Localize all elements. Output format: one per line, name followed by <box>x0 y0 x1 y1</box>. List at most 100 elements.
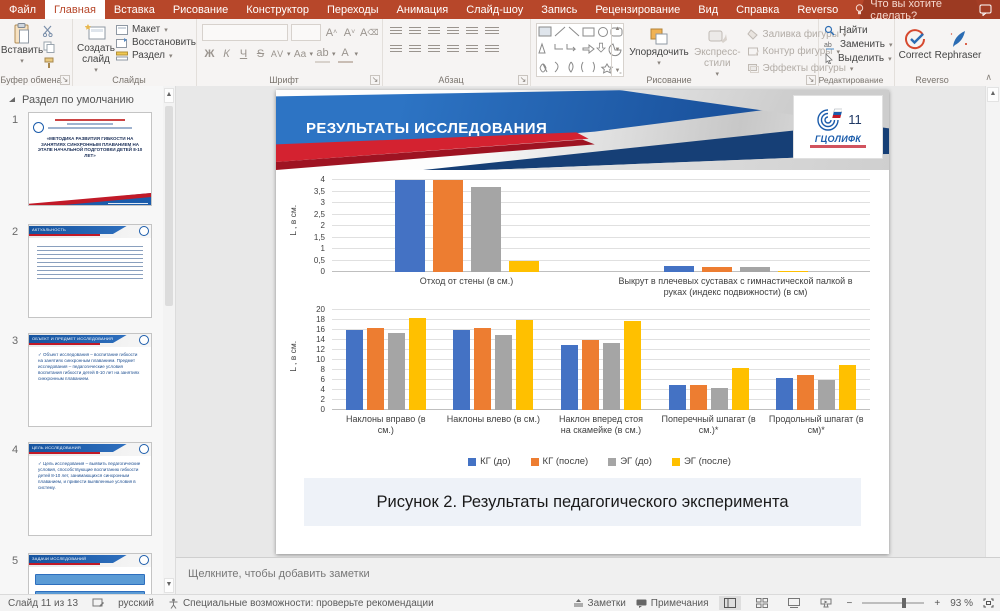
tab-Анимация[interactable]: Анимация <box>388 0 458 19</box>
chart-1[interactable]: L , в см.00,511,522,533,54Отход от стены… <box>290 176 874 304</box>
find-button[interactable]: Найти <box>824 25 894 36</box>
tab-Конструктор[interactable]: Конструктор <box>237 0 318 19</box>
bar-ЭГ (после)[interactable] <box>624 321 641 410</box>
arrange-button[interactable]: Упорядочить▾ <box>630 23 688 69</box>
tab-Рисование[interactable]: Рисование <box>164 0 237 19</box>
clear-formatting-icon[interactable]: A⌫ <box>360 25 379 41</box>
comments-toggle[interactable]: Примечания <box>636 598 709 609</box>
scroll-up-icon[interactable]: ▲ <box>164 88 174 103</box>
strikethrough-button[interactable]: S <box>253 46 268 62</box>
bar-ЭГ (после)[interactable] <box>409 318 426 411</box>
tab-Запись[interactable]: Запись <box>532 0 586 19</box>
bar-КГ (до)[interactable] <box>346 330 363 410</box>
slide-title[interactable]: РЕЗУЛЬТАТЫ ИССЛЕДОВАНИЯ <box>306 120 547 137</box>
reading-view-button[interactable] <box>783 596 805 610</box>
reset-button[interactable]: Восстановить <box>116 37 196 48</box>
select-button[interactable]: Выделить▾ <box>824 53 894 64</box>
tab-Переходы[interactable]: Переходы <box>318 0 388 19</box>
bar-КГ (после)[interactable] <box>797 375 814 410</box>
scroll-down-icon[interactable]: ▼ <box>164 578 174 593</box>
bar-ЭГ (до)[interactable] <box>495 335 512 410</box>
increase-indent-icon[interactable] <box>447 27 459 36</box>
editor-scrollbar[interactable]: ▲ <box>985 86 1000 558</box>
italic-button[interactable]: К <box>219 46 234 62</box>
tab-Вид[interactable]: Вид <box>689 0 727 19</box>
align-right-icon[interactable] <box>428 45 440 54</box>
slide-canvas[interactable]: РЕЗУЛЬТАТЫ ИССЛЕДОВАНИЯ <box>276 90 889 554</box>
bar-КГ (после)[interactable] <box>702 267 732 272</box>
slide-thumbnail-3[interactable]: ОБЪЕКТ И ПРЕДМЕТ ИССЛЕДОВАНИЯ✓ Объект ис… <box>28 333 152 427</box>
bar-ЭГ (до)[interactable] <box>818 380 835 410</box>
columns-icon[interactable] <box>466 45 478 54</box>
bold-button[interactable]: Ж <box>202 46 217 62</box>
bar-КГ (до)[interactable] <box>664 266 694 272</box>
slide-counter[interactable]: Слайд 11 из 13 <box>8 598 78 609</box>
font-size-input[interactable] <box>291 24 321 41</box>
editor-scroll-up-icon[interactable]: ▲ <box>987 87 999 102</box>
paste-button[interactable]: Вставить▾ <box>4 19 40 70</box>
bar-ЭГ (после)[interactable] <box>778 271 808 272</box>
bar-КГ (до)[interactable] <box>561 345 578 410</box>
font-name-input[interactable] <box>202 24 288 41</box>
slide-sorter-view-button[interactable] <box>751 596 773 610</box>
zoom-level[interactable]: 93 % <box>950 598 973 609</box>
font-dialog-launcher[interactable]: ↘ <box>370 75 380 85</box>
bar-ЭГ (после)[interactable] <box>732 368 749 411</box>
scrollbar-thumb[interactable] <box>165 106 173 306</box>
display-settings-icon[interactable] <box>92 598 104 608</box>
convert-smartart-icon[interactable] <box>485 45 499 54</box>
tab-Главная[interactable]: Главная <box>45 0 105 19</box>
layout-button[interactable]: Макет▾ <box>116 24 196 35</box>
figure-caption-box[interactable]: Рисунок 2. Результаты педагогического эк… <box>304 478 861 526</box>
bar-ЭГ (до)[interactable] <box>740 267 770 272</box>
bar-ЭГ (до)[interactable] <box>388 333 405 411</box>
clipboard-dialog-launcher[interactable]: ↘ <box>60 75 70 85</box>
accessibility-checker[interactable]: Специальные возможности: проверьте реком… <box>168 598 434 609</box>
bar-КГ (после)[interactable] <box>474 328 491 411</box>
character-spacing-button[interactable]: AV <box>270 46 285 62</box>
bar-ЭГ (до)[interactable] <box>603 343 620 411</box>
tell-me-search[interactable]: Что вы хотите сделать? <box>855 0 979 19</box>
fit-to-window-icon[interactable] <box>983 598 994 608</box>
cut-icon[interactable] <box>40 23 57 38</box>
slide-thumbnail-5[interactable]: ЗАДАЧИ ИССЛЕДОВАНИЙ <box>28 553 152 595</box>
bar-КГ (после)[interactable] <box>367 328 384 411</box>
bar-КГ (после)[interactable] <box>690 385 707 410</box>
tab-Слайд-шоу[interactable]: Слайд-шоу <box>457 0 532 19</box>
drawing-dialog-launcher[interactable]: ↘ <box>806 75 816 85</box>
align-center-icon[interactable] <box>409 45 421 54</box>
font-color-button[interactable]: А <box>338 45 353 63</box>
bar-ЭГ (после)[interactable] <box>509 261 539 273</box>
bar-КГ (до)[interactable] <box>669 385 686 410</box>
decrease-indent-icon[interactable] <box>428 27 440 36</box>
bar-КГ (после)[interactable] <box>433 180 463 272</box>
increase-font-icon[interactable]: A˄ <box>324 25 339 41</box>
thumbnail-scrollbar[interactable]: ▲ ▼ <box>163 86 176 595</box>
bar-КГ (после)[interactable] <box>582 340 599 410</box>
section-button[interactable]: Раздел▾ <box>116 50 196 61</box>
zoom-in-button[interactable]: + <box>934 598 940 609</box>
quick-styles-button[interactable]: Экспресс-стили▾ <box>694 23 741 80</box>
numbering-icon[interactable] <box>409 27 421 36</box>
bar-КГ (до)[interactable] <box>395 180 425 272</box>
change-case-button[interactable]: Аа <box>293 46 308 62</box>
paragraph-dialog-launcher[interactable]: ↘ <box>518 75 528 85</box>
notes-pane[interactable]: Щелкните, чтобы добавить заметки <box>176 557 1000 595</box>
bar-ЭГ (после)[interactable] <box>516 320 533 410</box>
decrease-font-icon[interactable]: A˅ <box>342 25 357 41</box>
tab-Reverso[interactable]: Reverso <box>788 0 847 19</box>
notes-toggle[interactable]: Заметки <box>573 598 626 609</box>
language-indicator[interactable]: русский <box>118 598 154 609</box>
copy-icon[interactable] <box>40 39 57 54</box>
collapse-ribbon-icon[interactable]: ∧ <box>985 72 992 83</box>
bullets-icon[interactable] <box>390 27 402 36</box>
align-left-icon[interactable] <box>390 45 402 54</box>
bar-КГ (до)[interactable] <box>453 330 470 410</box>
highlight-color-button[interactable]: ab <box>315 45 330 63</box>
new-slide-button[interactable]: Создать слайд▾ <box>76 19 116 76</box>
format-painter-icon[interactable] <box>40 55 57 70</box>
reverso-rephraser-button[interactable]: Rephraser <box>936 24 980 61</box>
underline-button[interactable]: Ч <box>236 46 251 62</box>
slideshow-view-button[interactable] <box>815 596 837 610</box>
justify-icon[interactable] <box>447 45 459 54</box>
